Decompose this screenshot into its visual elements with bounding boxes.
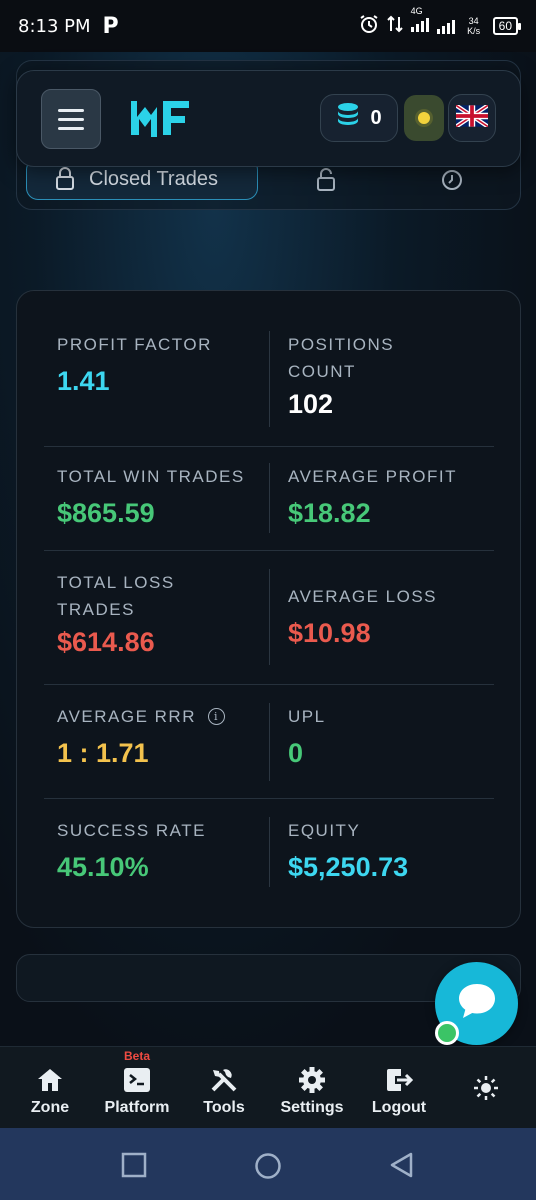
stat-upl: UPL 0 xyxy=(269,703,494,781)
bottom-navigation: Zone Beta Platform Tools Settings Logout xyxy=(0,1046,536,1128)
sun-icon xyxy=(472,1073,500,1103)
nav-logout-label: Logout xyxy=(371,1099,427,1116)
stats-row-1: PROFIT FACTOR 1.41 POSITIONS COUNT 102 xyxy=(44,331,494,447)
stat-value: $614.86 xyxy=(57,627,155,657)
status-time: 8:13 PM xyxy=(18,15,91,37)
alarm-icon xyxy=(359,14,379,38)
stat-success-rate: SUCCESS RATE 45.10% xyxy=(44,817,269,889)
stat-label-line1: TOTAL LOSS xyxy=(57,573,175,592)
stat-value: $10.98 xyxy=(288,618,371,648)
stat-value: $18.82 xyxy=(288,498,371,528)
stats-row-2: TOTAL WIN TRADES $865.59 AVERAGE PROFIT … xyxy=(44,463,494,551)
nav-tools-label: Tools xyxy=(203,1099,245,1116)
stat-label: PROFIT FACTOR xyxy=(57,335,212,354)
stat-average-rrr: AVERAGE RRR i 1 : 1.71 xyxy=(44,703,269,798)
stat-label: TOTAL WIN TRADES xyxy=(57,467,245,486)
signal-strength-icon: 4G xyxy=(410,6,429,36)
tab-open-trades[interactable] xyxy=(316,168,336,192)
stat-average-loss: AVERAGE LOSS $10.98 xyxy=(269,569,494,665)
coins-balance-button[interactable]: 0 xyxy=(320,94,398,142)
brand-logo[interactable]: RF xyxy=(129,99,191,142)
nav-tools[interactable]: Tools xyxy=(196,1047,252,1129)
stat-equity: EQUITY $5,250.73 xyxy=(269,817,494,887)
nav-settings[interactable]: Settings xyxy=(276,1047,348,1129)
nav-settings-label: Settings xyxy=(280,1099,344,1116)
timer-icon xyxy=(440,168,464,192)
stat-label-row: AVERAGE RRR i xyxy=(57,703,269,730)
stat-label-line2: TRADES xyxy=(57,600,135,619)
stat-value: $5,250.73 xyxy=(288,852,409,882)
app-notification-icon: P xyxy=(102,13,119,39)
signal-strength-icon-2 xyxy=(436,18,455,34)
stat-average-profit: AVERAGE PROFIT $18.82 xyxy=(269,463,494,533)
network-speed: 34 K/s xyxy=(467,16,481,36)
stat-value: 0 xyxy=(288,738,304,768)
lock-icon xyxy=(55,167,75,191)
theme-toggle[interactable] xyxy=(466,1047,506,1129)
stat-positions-count: POSITIONS COUNT 102 xyxy=(269,331,494,427)
stat-value: 102 xyxy=(288,389,334,419)
tab-pending-trades[interactable] xyxy=(440,168,464,192)
home-button[interactable] xyxy=(254,1152,282,1185)
stat-label-line2: COUNT xyxy=(288,362,356,381)
status-dot-icon xyxy=(418,112,430,124)
status-bar: 8:13 PM P 4G 34 K/s 60 xyxy=(0,0,536,52)
stat-label: AVERAGE RRR xyxy=(57,707,196,726)
gear-icon xyxy=(298,1065,326,1095)
stat-label: AVERAGE PROFIT xyxy=(288,467,457,486)
terminal-icon xyxy=(123,1065,151,1095)
home-icon xyxy=(36,1065,64,1095)
language-button[interactable] xyxy=(448,94,496,142)
trade-stats-card: PROFIT FACTOR 1.41 POSITIONS COUNT 102 T… xyxy=(16,290,521,928)
info-icon[interactable]: i xyxy=(208,708,225,725)
hamburger-icon xyxy=(58,108,84,112)
nav-zone[interactable]: Zone xyxy=(20,1047,80,1129)
menu-button[interactable] xyxy=(41,89,101,149)
tools-icon xyxy=(209,1065,239,1095)
stats-row-3: TOTAL LOSS TRADES $614.86 AVERAGE LOSS $… xyxy=(44,569,494,685)
system-navigation-bar xyxy=(0,1128,536,1200)
unlock-icon xyxy=(316,168,336,192)
chat-bubble-icon xyxy=(457,982,497,1025)
square-icon xyxy=(121,1152,147,1182)
stat-total-win-trades: TOTAL WIN TRADES $865.59 xyxy=(44,463,269,550)
stat-label: AVERAGE LOSS xyxy=(288,587,438,606)
stat-label: SUCCESS RATE xyxy=(57,821,206,840)
back-triangle-icon xyxy=(389,1152,415,1182)
stat-value: 1.41 xyxy=(57,366,110,396)
coins-count: 0 xyxy=(370,106,382,129)
stat-value: $865.59 xyxy=(57,498,155,528)
nav-platform-label: Platform xyxy=(104,1099,170,1116)
nav-zone-label: Zone xyxy=(30,1099,70,1116)
stats-row-5: SUCCESS RATE 45.10% EQUITY $5,250.73 xyxy=(44,817,494,889)
network-type: 4G xyxy=(410,6,423,16)
app-header: RF 0 xyxy=(16,70,521,167)
back-button[interactable] xyxy=(389,1152,415,1183)
data-transfer-icon xyxy=(386,15,403,37)
circle-icon xyxy=(254,1153,282,1184)
battery-level: 60 xyxy=(498,19,512,33)
coins-stack-icon xyxy=(336,102,360,134)
stats-row-4: AVERAGE RRR i 1 : 1.71 UPL 0 xyxy=(44,703,494,799)
stat-label-line1: POSITIONS xyxy=(288,335,395,354)
status-indicator-button[interactable] xyxy=(404,95,444,141)
tab-closed-trades-label: Closed Trades xyxy=(89,167,218,190)
stat-label: UPL xyxy=(288,707,326,726)
battery-icon: 60 xyxy=(492,17,522,35)
logout-icon xyxy=(385,1065,413,1095)
stat-total-loss-trades: TOTAL LOSS TRADES $614.86 xyxy=(44,569,269,684)
uk-flag-icon xyxy=(454,103,490,132)
nav-platform[interactable]: Beta Platform xyxy=(100,1047,174,1129)
online-status-dot xyxy=(435,1021,459,1045)
stat-value: 1 : 1.71 xyxy=(57,738,149,768)
beta-badge: Beta xyxy=(123,1049,151,1063)
recents-button[interactable] xyxy=(121,1152,147,1183)
nav-logout[interactable]: Logout xyxy=(368,1047,430,1129)
stat-profit-factor: PROFIT FACTOR 1.41 xyxy=(44,331,269,446)
stat-value: 45.10% xyxy=(57,852,149,882)
stat-label: EQUITY xyxy=(288,821,361,840)
